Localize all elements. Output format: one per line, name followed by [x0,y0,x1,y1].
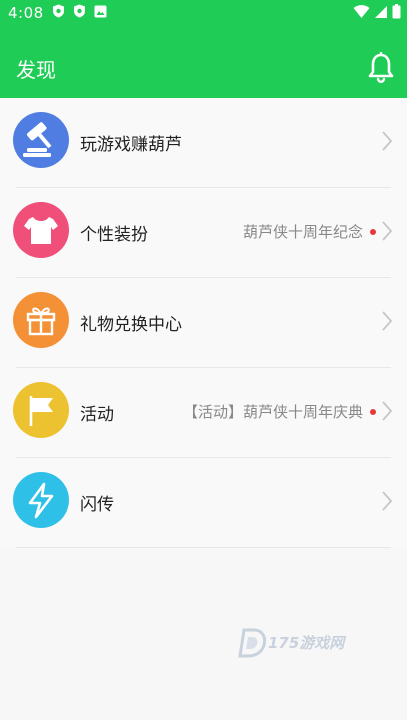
wifi-icon [353,4,370,18]
shirt-icon [13,202,69,258]
watermark-logo-icon [238,628,267,658]
shield-icon [52,4,65,18]
status-left-icons [52,4,107,18]
image-icon [94,4,107,18]
list-item-earn-gourds[interactable]: 玩游戏赚葫芦 [0,98,407,188]
status-bar: 4:08 [0,0,407,26]
item-label: 活动 [80,405,114,425]
list-item-flash-transfer[interactable]: 闪传 [0,458,407,548]
shield-icon [73,4,86,18]
discover-list: 玩游戏赚葫芦 个性装扮 葫芦侠十周年纪念 礼物兑换中心 活动 【活动】葫芦侠十周… [0,98,407,548]
notification-dot [370,409,376,415]
app-header: 4:08 发现 [0,0,407,98]
item-label: 个性装扮 [80,225,148,245]
chevron-right-icon [382,311,393,331]
signal-icon [375,5,387,18]
list-item-activity[interactable]: 活动 【活动】葫芦侠十周年庆典 [0,368,407,458]
chevron-right-icon [382,401,393,421]
lightning-icon [13,472,69,528]
notification-dot [370,229,376,235]
chevron-right-icon [382,221,393,241]
list-item-personal-dressup[interactable]: 个性装扮 葫芦侠十周年纪念 [0,188,407,278]
item-tag: 【活动】葫芦侠十周年庆典 [182,403,363,421]
battery-icon [392,4,401,19]
list-item-gift-exchange[interactable]: 礼物兑换中心 [0,278,407,368]
item-label: 礼物兑换中心 [80,315,182,335]
status-time: 4:08 [8,4,44,22]
chevron-right-icon [382,491,393,511]
chevron-right-icon [382,131,393,151]
item-label: 玩游戏赚葫芦 [80,135,182,155]
item-tag: 葫芦侠十周年纪念 [242,223,363,241]
gift-icon [13,292,69,348]
gavel-icon [13,112,69,168]
watermark: 175游戏网 [238,626,358,662]
status-right-icons [353,4,401,19]
page-title: 发现 [16,58,56,82]
flag-icon [13,382,69,438]
item-label: 闪传 [80,495,114,515]
bell-icon[interactable] [367,52,395,84]
divider [16,547,391,548]
watermark-text: 175游戏网 [268,634,345,652]
